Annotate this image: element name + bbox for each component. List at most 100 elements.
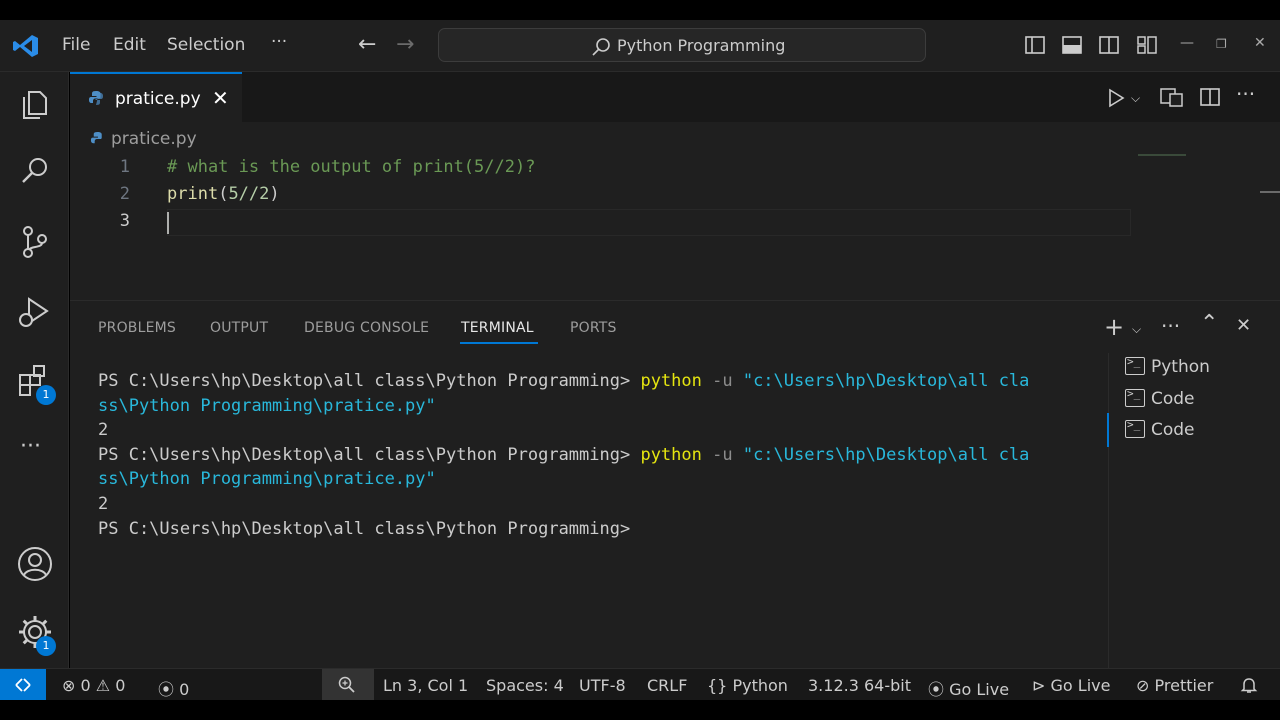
code-line-2[interactable]: print(5//2): [167, 184, 280, 204]
activity-bar: 1 ··· 1: [0, 72, 69, 668]
breadcrumb[interactable]: pratice.py: [90, 129, 197, 149]
go-live-label: Go Live: [1050, 676, 1111, 695]
terminal-line: ss\Python Programming\pratice.py": [98, 469, 1088, 494]
code-line-1[interactable]: # what is the output of print(5//2)?: [167, 157, 535, 177]
terminal-command: python: [640, 444, 702, 465]
go-live-button-2[interactable]: ⊳ Go Live: [1032, 676, 1110, 695]
run-python-file-icon[interactable]: [1106, 88, 1126, 108]
remote-indicator-button[interactable]: [0, 669, 46, 701]
search-view-icon[interactable]: [15, 152, 55, 192]
tab-pratice-py[interactable]: pratice.py ✕: [70, 72, 242, 122]
status-bar: ⊗ 0 ⚠ 0 ⦿ 0 Ln 3, Col 1 Spaces: 4 UTF-8 …: [0, 668, 1280, 701]
menu-selection[interactable]: Selection: [167, 35, 245, 55]
tab-problems[interactable]: PROBLEMS: [98, 320, 176, 336]
editor-more-actions-icon[interactable]: ···: [1236, 82, 1255, 106]
extensions-badge: 1: [36, 385, 56, 405]
code-argument: 5//2: [228, 184, 270, 204]
end-of-line[interactable]: CRLF: [647, 676, 687, 695]
tab-ports[interactable]: PORTS: [570, 320, 617, 336]
prettier-button[interactable]: ⊘ Prettier: [1136, 676, 1213, 695]
warning-count: 0: [115, 676, 126, 695]
account-icon[interactable]: [15, 544, 55, 584]
search-text: Python Programming: [617, 36, 786, 55]
python-interpreter[interactable]: 3.12.3 64-bit: [808, 676, 911, 695]
more-views-icon[interactable]: ···: [20, 434, 41, 459]
terminal-line: 2: [98, 493, 109, 514]
command-center-search[interactable]: Python Programming: [438, 28, 926, 62]
toggle-primary-sidebar-icon[interactable]: [1024, 34, 1046, 56]
terminal-command: python: [640, 371, 702, 391]
split-editor-icon[interactable]: [1200, 87, 1220, 107]
go-live-button-1[interactable]: ⦿ Go Live: [928, 676, 1009, 700]
tab-debug-console[interactable]: DEBUG CONSOLE: [304, 320, 429, 336]
close-panel-icon[interactable]: ✕: [1236, 315, 1251, 336]
forward-arrow-icon[interactable]: →: [396, 32, 414, 57]
text-cursor: [167, 212, 169, 234]
indentation[interactable]: Spaces: 4: [486, 676, 564, 695]
terminal-item-code-active[interactable]: Code: [1125, 418, 1195, 446]
braces-icon: {}: [707, 676, 728, 695]
extensions-button[interactable]: 1: [0, 360, 69, 410]
language-mode[interactable]: {} Python: [707, 676, 788, 695]
bottom-panel: PROBLEMS OUTPUT DEBUG CONSOLE TERMINAL P…: [70, 300, 1280, 669]
explorer-icon[interactable]: [15, 84, 55, 124]
terminal-item-code[interactable]: Code: [1125, 387, 1195, 415]
menu-edit[interactable]: Edit: [113, 35, 146, 55]
new-terminal-icon[interactable]: +: [1104, 313, 1124, 341]
active-tab-indicator: [460, 342, 538, 344]
restore-button[interactable]: ❐: [1216, 37, 1227, 51]
manage-button[interactable]: 1: [0, 610, 69, 660]
source-control-icon[interactable]: [15, 222, 55, 262]
terminal-item-label: Code: [1151, 420, 1195, 440]
problems-indicator[interactable]: ⊗ 0 ⚠ 0: [62, 676, 125, 695]
terminal-item-label: Code: [1151, 389, 1195, 409]
terminal-output[interactable]: PS C:\Users\hp\Desktop\all class\Python …: [98, 371, 1088, 543]
breadcrumb-file: pratice.py: [111, 129, 197, 149]
play-circle-icon: ⊳: [1032, 676, 1046, 695]
terminal-item-python[interactable]: Python: [1125, 355, 1210, 383]
menu-file[interactable]: File: [62, 35, 90, 55]
terminal-string: "c:\Users\hp\Desktop\all cla: [742, 444, 1030, 465]
minimap[interactable]: [1138, 154, 1186, 156]
toggle-panel-icon[interactable]: [1061, 34, 1083, 56]
letterbox: [0, 700, 1280, 720]
code-paren-close: ): [269, 184, 280, 204]
minimize-button[interactable]: —: [1180, 35, 1194, 51]
close-window-button[interactable]: ✕: [1254, 35, 1266, 51]
menu-more[interactable]: ···: [271, 32, 287, 52]
maximize-panel-icon[interactable]: ⌃: [1200, 311, 1218, 336]
customize-layout-icon[interactable]: [1136, 34, 1158, 56]
prettier-icon: ⊘: [1136, 676, 1150, 695]
line-number: 2: [119, 184, 130, 204]
open-preview-icon[interactable]: [1160, 87, 1184, 107]
zoom-button[interactable]: [322, 669, 374, 701]
tab-label: pratice.py: [115, 89, 201, 109]
settings-badge: 1: [36, 636, 56, 656]
code-function: print: [167, 184, 219, 204]
python-file-icon: [89, 91, 103, 105]
editor-group: pratice.py ✕ ⌵ ··· pratice.py 1 2 3 # wh…: [70, 72, 1280, 300]
editor-scrollbar[interactable]: [1260, 191, 1280, 193]
tab-terminal[interactable]: TERMINAL: [461, 320, 534, 336]
tab-output[interactable]: OUTPUT: [210, 320, 268, 336]
error-icon: ⊗: [62, 676, 76, 695]
search-icon: [592, 38, 610, 56]
language-label: Python: [732, 676, 788, 695]
toggle-secondary-sidebar-icon[interactable]: [1098, 34, 1120, 56]
run-dropdown-chevron-icon[interactable]: ⌵: [1131, 91, 1140, 106]
back-arrow-icon[interactable]: ←: [358, 32, 376, 57]
ports-count: 0: [179, 680, 190, 699]
cursor-position[interactable]: Ln 3, Col 1: [383, 676, 468, 695]
terminal-dropdown-chevron-icon[interactable]: ⌵: [1132, 322, 1141, 337]
bell-icon[interactable]: [1240, 676, 1258, 694]
terminal-line: PS C:\Users\hp\Desktop\all class\Python …: [98, 518, 631, 539]
panel-more-actions-icon[interactable]: ···: [1161, 314, 1180, 338]
vscode-logo-icon: [13, 35, 38, 57]
run-and-debug-icon[interactable]: [15, 292, 55, 332]
go-live-label: Go Live: [949, 680, 1010, 699]
encoding[interactable]: UTF-8: [579, 676, 626, 695]
title-bar: File Edit Selection ··· ← → Python Progr…: [0, 20, 1280, 72]
tab-close-icon[interactable]: ✕: [212, 86, 229, 110]
ports-indicator[interactable]: ⦿ 0: [158, 676, 189, 700]
terminal-flag: -u: [701, 371, 743, 391]
